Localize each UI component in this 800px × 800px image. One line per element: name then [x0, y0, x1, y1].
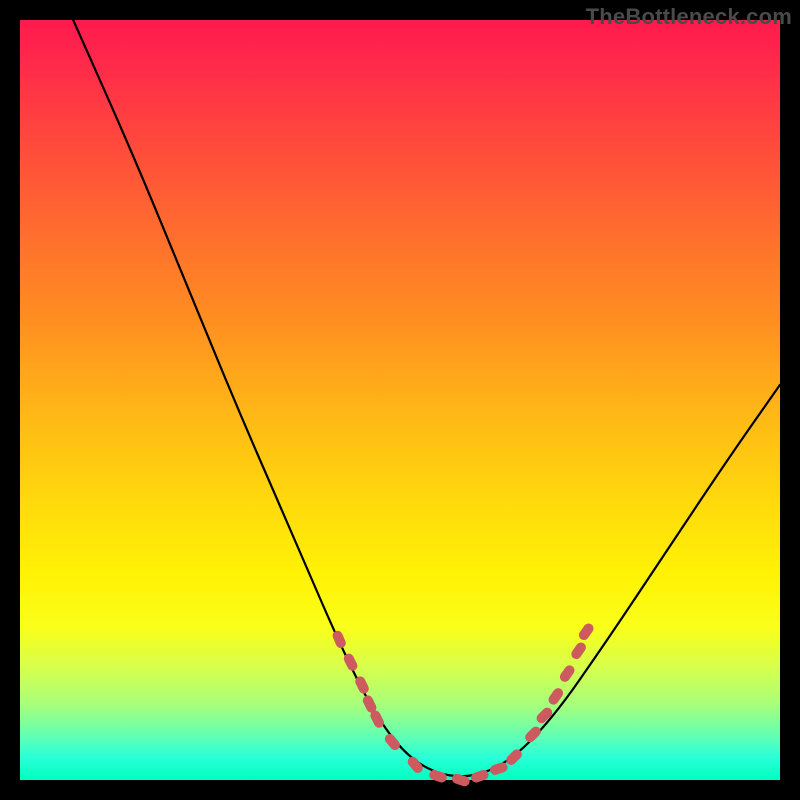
curve-marker [558, 663, 577, 683]
curve-marker [569, 641, 588, 661]
curve-marker [331, 629, 347, 649]
curve-marker [383, 732, 402, 752]
chart-frame: TheBottleneck.com [0, 0, 800, 800]
curve-marker [535, 706, 555, 726]
bottleneck-curve-path [73, 20, 780, 776]
curve-marker [489, 761, 509, 776]
curve-marker [428, 769, 448, 784]
marker-group [331, 622, 595, 788]
chart-svg [20, 20, 780, 780]
plot-area [20, 20, 780, 780]
curve-marker [523, 725, 543, 745]
curve-marker [577, 622, 596, 642]
curve-marker [451, 772, 471, 787]
